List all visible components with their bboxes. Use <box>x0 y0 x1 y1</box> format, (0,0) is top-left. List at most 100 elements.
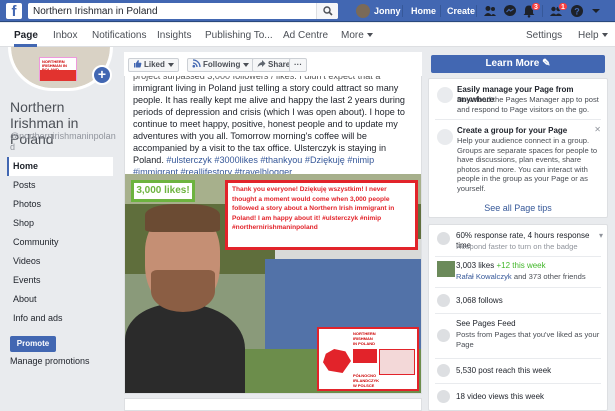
tab-ad-centre[interactable]: Ad Centre <box>283 30 328 41</box>
nav-item-photos[interactable]: Photos <box>7 195 113 214</box>
manage-promotions-link[interactable]: Manage promotions <box>10 356 90 366</box>
search-icon <box>323 6 333 16</box>
reach-icon <box>437 364 450 377</box>
post-reach[interactable]: 5,530 post reach this week <box>456 366 604 376</box>
logo-flag-panel <box>379 349 415 375</box>
tip-description: Download the Pages Manager app to post a… <box>457 95 599 114</box>
nav-item-events[interactable]: Events <box>7 271 113 290</box>
tab-insights[interactable]: Insights <box>157 30 191 41</box>
photo-person-beard <box>151 270 215 312</box>
post-text: project surpassed 3,000 followers / like… <box>133 70 417 178</box>
help-menu-label: Help <box>578 30 599 41</box>
chevron-down-icon <box>243 62 250 67</box>
map-shape <box>323 349 351 373</box>
create-link[interactable]: Create <box>447 6 475 16</box>
nav-item-about[interactable]: About <box>7 290 113 309</box>
search-input[interactable] <box>28 3 313 19</box>
liked-button[interactable]: Liked <box>128 58 179 72</box>
tip-title[interactable]: Create a group for your Page <box>457 126 587 136</box>
thank-you-message: Thank you everyone! Dziękuję wszystkim! … <box>225 180 418 250</box>
tab-more[interactable]: More <box>341 30 373 41</box>
following-button[interactable]: Following <box>187 58 255 72</box>
pages-feed-title[interactable]: See Pages Feed <box>456 319 604 329</box>
nav-item-info-and-ads[interactable]: Info and ads <box>7 309 113 328</box>
video-views[interactable]: 18 video views this week <box>456 392 604 402</box>
friends-like-line: Rafał Kowalczyk and 373 other friends <box>456 272 604 282</box>
divider <box>435 358 601 359</box>
help-question-icon[interactable]: ? <box>570 4 584 18</box>
rss-follow-icon <box>192 59 201 68</box>
nav-item-community[interactable]: Community <box>7 233 113 252</box>
nav-item-posts[interactable]: Posts <box>7 176 113 195</box>
page-navigation: Home Posts Photos Shop Community Videos … <box>7 157 113 328</box>
tab-notifications[interactable]: Notifications <box>92 30 146 41</box>
pages-feed-description: Posts from Pages that you've liked as yo… <box>456 330 600 349</box>
learn-more-button[interactable]: Learn More ✎ <box>431 55 605 73</box>
friend-requests-icon[interactable] <box>483 4 497 18</box>
tab-publishing-tools[interactable]: Publishing To... <box>205 30 273 41</box>
page-stats-card: 60% response rate, 4 hours response time… <box>428 224 608 411</box>
more-options-button[interactable]: ··· <box>289 58 307 72</box>
messenger-icon[interactable] <box>503 4 517 18</box>
page-tips-card: Easily manage your Page from anywhere Do… <box>428 78 608 218</box>
share-label: Share <box>268 60 291 69</box>
promote-button[interactable]: Promote <box>10 336 56 352</box>
likes-milestone-badge: 3,000 likes! <box>131 180 195 202</box>
page-logo-image: NORTHERN IRISHMAN IN POLAND <box>39 57 77 81</box>
logo-text-bottom: PÓŁNOCNO IRLANDCZYK W POLSCE <box>353 373 379 388</box>
likes-count[interactable]: 3,003 likes <box>456 261 494 270</box>
chevron-down-icon <box>167 62 174 67</box>
close-icon[interactable]: ✕ <box>594 125 601 134</box>
settings-link[interactable]: Settings <box>526 30 562 41</box>
account-menu-icon[interactable] <box>591 6 601 16</box>
nav-item-home[interactable]: Home <box>7 157 113 176</box>
nav-item-shop[interactable]: Shop <box>7 214 113 233</box>
nav-item-videos[interactable]: Videos <box>7 252 113 271</box>
post-card: project surpassed 3,000 followers / like… <box>124 70 422 394</box>
tab-more-label: More <box>341 30 364 41</box>
feed-icon <box>437 329 450 342</box>
divider <box>435 287 601 288</box>
add-photo-button[interactable]: + <box>92 65 112 85</box>
avatar <box>356 4 370 18</box>
page-username[interactable]: @northernirishmaninpoland <box>10 131 118 153</box>
divider <box>440 5 441 17</box>
flag-red-stripe <box>40 70 76 81</box>
other-friends-text: and 373 other friends <box>513 272 586 281</box>
page-actions-bar: Liked Following Share ··· <box>124 52 422 76</box>
thumbs-up-icon <box>134 60 142 68</box>
follows-count[interactable]: 3,068 follows <box>456 296 604 306</box>
photo-person-body <box>125 304 245 393</box>
user-name: Jonny <box>374 6 401 16</box>
profile-link[interactable]: Jonny <box>356 4 401 18</box>
tip-description: Help your audience connect in a group. G… <box>457 136 598 193</box>
left-sidebar: NORTHERN IRISHMAN IN POLAND + Northern I… <box>0 47 120 411</box>
help-menu[interactable]: Help <box>578 30 608 41</box>
requests-badge: 1 <box>558 2 568 11</box>
divider <box>435 313 601 314</box>
divider <box>402 5 403 17</box>
tab-inbox[interactable]: Inbox <box>53 30 77 41</box>
see-all-page-tips-link[interactable]: See all Page tips <box>429 203 607 213</box>
divider <box>435 256 601 257</box>
video-icon <box>437 390 450 403</box>
top-navigation-bar: f Jonny Home Create 3 1 ? <box>0 0 615 22</box>
home-link[interactable]: Home <box>411 6 436 16</box>
friend-name-link[interactable]: Rafał Kowalczyk <box>456 272 512 281</box>
liked-label: Liked <box>144 60 165 69</box>
next-post-card <box>124 398 422 411</box>
logo-red-block <box>353 349 377 363</box>
search-button[interactable] <box>316 3 338 19</box>
divider <box>435 383 601 384</box>
chevron-down-icon <box>601 33 608 38</box>
response-hint: Respond faster to turn on the badge <box>456 242 578 251</box>
tab-page[interactable]: Page <box>14 30 38 41</box>
post-body: immigrant living in Poland just telling … <box>133 83 405 165</box>
page-admin-tabs: Page Inbox Notifications Insights Publis… <box>0 23 615 47</box>
facebook-logo-icon[interactable]: f <box>6 3 22 19</box>
post-photo[interactable]: 3,000 likes! Thank you everyone! Dziękuj… <box>125 174 421 393</box>
chevron-down-icon[interactable]: ▾ <box>599 231 603 240</box>
phone-icon <box>437 87 453 103</box>
likes-count-line: 3,003 likes +12 this week <box>456 261 604 271</box>
page-logo-graphic: NORTHERN IRISHMAN IN POLAND PÓŁNOCNO IRL… <box>317 327 419 391</box>
